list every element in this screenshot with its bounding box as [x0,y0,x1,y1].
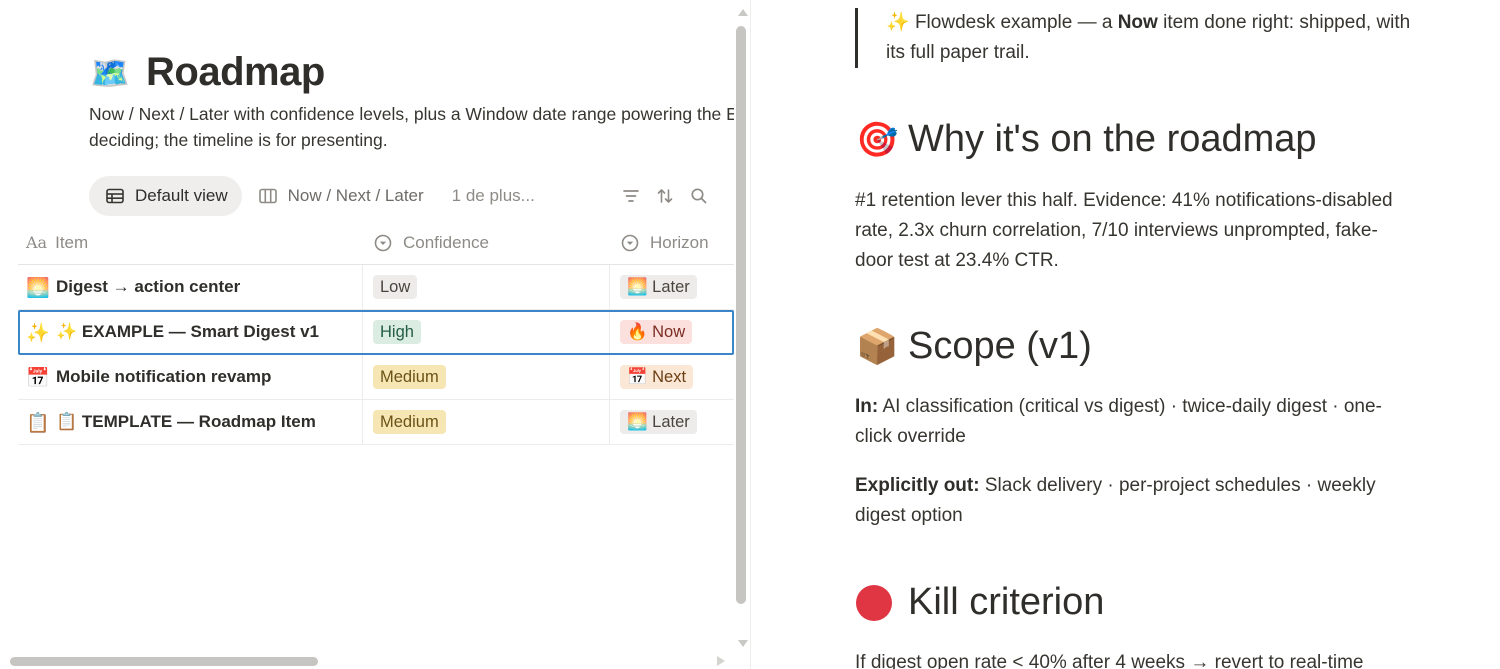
horizon-badge: 🔥 Now [620,320,693,344]
text-property-icon: Aa [26,233,48,252]
horizontal-scrollbar[interactable] [0,653,734,669]
search-icon[interactable] [689,186,709,206]
item-cell[interactable]: 🌅 Digest → action center [18,265,363,309]
item-title[interactable]: Digest → action center [56,277,240,297]
more-views-link[interactable]: 1 de plus... [452,186,535,206]
roadmap-table: Aa Item Confidence Horizon 🌅 Digest → ac… [18,221,734,445]
heading-why-text: Why it's on the roadmap [908,118,1317,160]
target-icon: 🎯 [856,119,899,160]
clipboard-icon: 📋 [26,411,50,434]
fire-icon: 🔥 [627,323,648,341]
confidence-badge: Low [373,275,418,299]
page-title[interactable]: Roadmap [146,50,325,95]
tab-default-view[interactable]: Default view [89,176,242,216]
sparkles-icon: ✨ [26,321,50,344]
header-confidence[interactable]: Confidence [363,221,610,264]
horizon-cell[interactable]: 🌅 Later [610,265,734,309]
table-header: Aa Item Confidence Horizon [18,221,734,265]
map-icon[interactable]: 🗺️ [90,51,134,95]
scope-in-text: AI classification (critical vs digest) ·… [855,396,1382,447]
scroll-right-icon[interactable] [717,656,725,666]
table-icon [105,186,125,206]
item-title[interactable]: Mobile notification revamp [56,367,271,387]
package-icon: 📦 [856,326,899,367]
horizon-label: Now [652,323,686,341]
item-cell[interactable]: 📅 Mobile notification revamp [18,355,363,399]
horizon-badge: 🌅 Later [620,275,697,299]
horizon-label: Next [652,368,687,386]
table-row[interactable]: ✨ ✨ EXAMPLE — Smart Digest v1 High 🔥 Now [18,310,734,355]
sunrise-icon: 🌅 [627,278,648,296]
confidence-badge: High [373,320,421,344]
scope-in-paragraph[interactable]: In: AI classification (critical vs diges… [855,392,1415,452]
heading-kill[interactable]: Kill criterion [856,581,1104,624]
scope-out-paragraph[interactable]: Explicitly out: Slack delivery · per-pro… [855,471,1415,531]
header-horizon[interactable]: Horizon [610,221,734,264]
tab-now-next-later-label: Now / Next / Later [287,186,424,205]
confidence-cell[interactable]: Medium [363,355,610,399]
header-horizon-label: Horizon [650,232,709,252]
why-paragraph[interactable]: #1 retention lever this half. Evidence: … [855,186,1415,276]
item-cell[interactable]: 📋 📋 TEMPLATE — Roadmap Item [18,400,363,444]
database-content: 🗺️ Roadmap Now / Next / Later with confi… [0,0,734,669]
vertical-scrollbar-thumb[interactable] [736,26,746,604]
calendar-icon: 📅 [627,368,648,386]
tab-default-view-label: Default view [135,186,228,205]
item-cell[interactable]: ✨ ✨ EXAMPLE — Smart Digest v1 [18,310,363,354]
view-switcher: Default view Now / Next / Later 1 de plu… [89,176,709,216]
red-circle-icon [856,584,892,621]
filter-icon[interactable] [621,186,641,206]
database-pane: 🗺️ Roadmap Now / Next / Later with confi… [0,0,750,669]
scroll-down-icon[interactable] [738,640,748,647]
horizon-cell[interactable]: 🔥 Now [610,310,734,354]
header-item-label: Item [55,232,89,252]
sunrise-icon: 🌅 [26,276,50,299]
calendar-icon: 📅 [26,366,50,389]
heading-kill-text: Kill criterion [908,581,1105,623]
callout-text-bold: Now [1117,12,1158,33]
board-icon [258,186,278,206]
example-callout[interactable]: ✨ Flowdesk example — a Now item done rig… [855,8,1415,68]
select-property-icon [620,233,640,253]
confidence-badge: Medium [373,365,446,389]
sparkles-icon: ✨ [886,12,910,33]
heading-scope-text: Scope (v1) [908,325,1092,367]
tab-now-next-later[interactable]: Now / Next / Later [242,176,438,216]
sunrise-icon: 🌅 [627,413,648,431]
table-row[interactable]: 🌅 Digest → action center Low 🌅 Later [18,265,734,310]
confidence-cell[interactable]: Medium [363,400,610,444]
table-row[interactable]: 📅 Mobile notification revamp Medium 📅 Ne… [18,355,734,400]
header-item[interactable]: Aa Item [18,221,363,264]
callout-text-pre: Flowdesk example — a [914,12,1118,33]
header-confidence-label: Confidence [403,232,490,252]
horizon-cell[interactable]: 🌅 Later [610,400,734,444]
horizon-badge: 📅 Next [620,365,694,389]
kill-paragraph[interactable]: If digest open rate < 40% after 4 weeks … [855,648,1415,669]
horizon-label: Later [652,278,690,296]
item-title[interactable]: ✨ EXAMPLE — Smart Digest v1 [56,322,319,342]
horizontal-scrollbar-thumb[interactable] [10,657,318,666]
item-title[interactable]: 📋 TEMPLATE — Roadmap Item [56,412,316,432]
confidence-cell[interactable]: Low [363,265,610,309]
scope-in-label: In: [855,396,879,417]
page-header: 🗺️ Roadmap [90,50,325,95]
select-property-icon [373,233,393,253]
item-detail-pane: ✨ Flowdesk example — a Now item done rig… [751,0,1500,669]
page-description[interactable]: Now / Next / Later with confidence level… [89,101,734,153]
horizon-cell[interactable]: 📅 Next [610,355,734,399]
sort-icon[interactable] [655,186,675,206]
scroll-up-icon[interactable] [738,9,748,16]
heading-why[interactable]: 🎯 Why it's on the roadmap [856,118,1317,161]
view-toolbar [621,176,709,216]
heading-scope[interactable]: 📦 Scope (v1) [856,325,1092,368]
table-row[interactable]: 📋 📋 TEMPLATE — Roadmap Item Medium 🌅 Lat… [18,400,734,445]
confidence-cell[interactable]: High [363,310,610,354]
vertical-scrollbar[interactable] [734,0,750,669]
scope-out-label: Explicitly out: [855,475,980,496]
horizon-label: Later [652,413,690,431]
confidence-badge: Medium [373,410,446,434]
description-line-2: deciding; the timeline is for presenting… [89,130,388,150]
description-line-1: Now / Next / Later with confidence level… [89,104,734,124]
horizon-badge: 🌅 Later [620,410,697,434]
